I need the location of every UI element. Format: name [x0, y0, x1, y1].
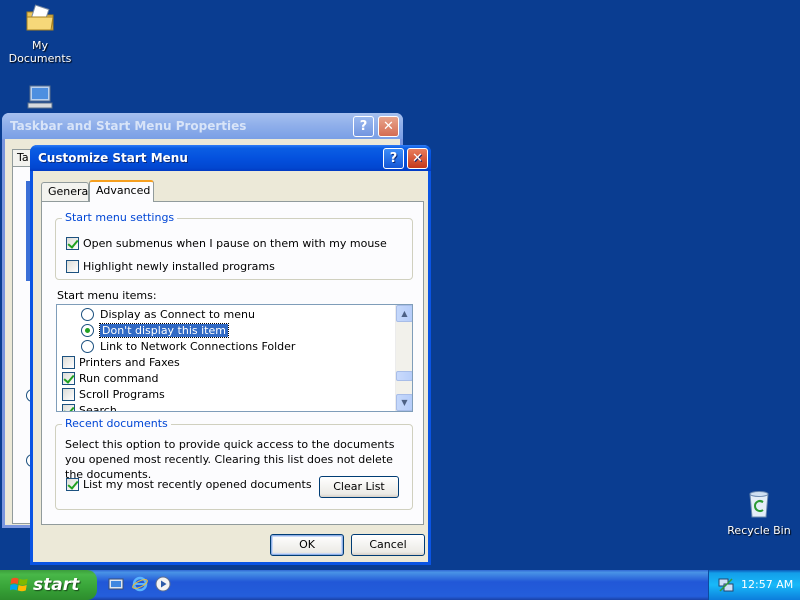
- help-icon: ?: [359, 119, 368, 134]
- taskbar: start 12:57 AM: [0, 570, 800, 600]
- button-label: Cancel: [369, 538, 407, 551]
- arrow-down-icon: ▼: [401, 398, 408, 407]
- media-player-icon[interactable]: [155, 576, 171, 592]
- my-computer-icon: [27, 85, 53, 109]
- list-recent-documents-checkbox[interactable]: [66, 477, 79, 491]
- start-menu-items-label: Start menu items:: [57, 289, 157, 302]
- list-checkbox[interactable]: [62, 403, 75, 411]
- tab-label: General: [48, 185, 92, 198]
- start-menu-settings-group: Start menu settings Open submenus when I…: [55, 211, 413, 280]
- highlight-programs-option[interactable]: Highlight newly installed programs: [66, 259, 275, 273]
- tab-taskbar[interactable]: Ta: [12, 149, 32, 167]
- list-radio[interactable]: [81, 307, 94, 321]
- list-item-label: Scroll Programs: [79, 387, 165, 401]
- desktop-icon-label: My Documents: [8, 39, 72, 65]
- cancel-button[interactable]: Cancel: [351, 534, 425, 556]
- close-button[interactable]: ✕: [378, 116, 399, 137]
- recent-documents-group: Recent documents Select this option to p…: [55, 417, 413, 510]
- desktop-icon-my-documents[interactable]: My Documents: [0, 3, 80, 65]
- scroll-up-button[interactable]: ▲: [396, 305, 412, 322]
- dialog-title: Customize Start Menu: [38, 151, 188, 165]
- start-button[interactable]: start: [0, 570, 97, 600]
- tab-strip: General Advanced: [41, 180, 421, 202]
- list-scrollbar[interactable]: ▲ ▼: [395, 305, 412, 411]
- window-title: Taskbar and Start Menu Properties: [10, 119, 247, 133]
- customize-start-menu-dialog: Customize Start Menu ? ✕ General Advance…: [30, 145, 431, 565]
- list-checkbox[interactable]: [62, 371, 75, 385]
- list-checkbox[interactable]: [62, 355, 75, 369]
- list-checkbox[interactable]: [62, 387, 75, 401]
- scroll-down-button[interactable]: ▼: [396, 394, 412, 411]
- tab-advanced[interactable]: Advanced: [89, 180, 154, 202]
- group-title: Recent documents: [62, 417, 171, 430]
- help-button[interactable]: ?: [383, 148, 404, 169]
- list-item[interactable]: Display as Connect to menu: [81, 307, 255, 321]
- close-icon: ✕: [412, 151, 423, 166]
- internet-explorer-icon[interactable]: [132, 576, 148, 592]
- ok-button[interactable]: OK: [270, 534, 344, 556]
- list-item-label: Don't display this item: [99, 322, 229, 338]
- list-item[interactable]: Don't display this item: [81, 322, 229, 338]
- option-label: List my most recently opened documents: [83, 477, 312, 491]
- show-desktop-icon[interactable]: [108, 576, 124, 592]
- list-recent-documents-option[interactable]: List my most recently opened documents: [66, 477, 312, 491]
- clock[interactable]: 12:57 AM: [741, 570, 793, 600]
- list-item[interactable]: Run command: [62, 371, 159, 385]
- list-radio[interactable]: [81, 323, 94, 337]
- scroll-thumb[interactable]: [396, 371, 412, 381]
- clear-list-button[interactable]: Clear List: [319, 476, 399, 498]
- system-tray: 12:57 AM: [708, 570, 800, 600]
- dialog-titlebar[interactable]: Customize Start Menu ? ✕: [30, 145, 431, 171]
- highlight-programs-checkbox[interactable]: [66, 259, 79, 273]
- list-item[interactable]: Printers and Faxes: [62, 355, 180, 369]
- button-label: Clear List: [333, 480, 385, 493]
- list-item-label: Printers and Faxes: [79, 355, 180, 369]
- tab-label: Advanced: [96, 184, 151, 197]
- start-menu-items-list[interactable]: Display as Connect to menu Don't display…: [56, 304, 413, 412]
- open-submenus-option[interactable]: Open submenus when I pause on them with …: [66, 236, 387, 250]
- list-item-label: Display as Connect to menu: [100, 307, 255, 321]
- close-icon: ✕: [383, 119, 394, 134]
- folder-documents-icon: [26, 4, 54, 31]
- open-submenus-checkbox[interactable]: [66, 236, 79, 250]
- list-item[interactable]: Link to Network Connections Folder: [81, 339, 295, 353]
- recycle-bin-icon: [749, 491, 769, 518]
- list-radio[interactable]: [81, 339, 94, 353]
- help-button[interactable]: ?: [353, 116, 374, 137]
- arrow-up-icon: ▲: [401, 309, 408, 318]
- network-icon[interactable]: [718, 577, 734, 593]
- button-label: OK: [299, 538, 315, 551]
- taskbar-properties-titlebar[interactable]: Taskbar and Start Menu Properties ? ✕: [2, 113, 403, 139]
- tab-general[interactable]: General: [41, 182, 92, 202]
- list-item-label: Search: [79, 403, 117, 412]
- advanced-tab-panel: Start menu settings Open submenus when I…: [41, 201, 424, 525]
- windows-logo-icon: [10, 577, 28, 592]
- option-label: Open submenus when I pause on them with …: [83, 236, 387, 250]
- group-title: Start menu settings: [62, 211, 178, 224]
- option-label: Highlight newly installed programs: [83, 259, 275, 273]
- list-item[interactable]: Scroll Programs: [62, 387, 165, 401]
- desktop-icon-label: Recycle Bin: [727, 524, 791, 537]
- list-item-label: Run command: [79, 371, 159, 385]
- desktop-icon-recycle-bin[interactable]: Recycle Bin: [719, 488, 799, 537]
- start-label: start: [33, 575, 80, 595]
- list-item[interactable]: Search: [62, 403, 117, 412]
- tab-label: Ta: [17, 151, 29, 164]
- help-icon: ?: [389, 151, 398, 166]
- list-item-label: Link to Network Connections Folder: [100, 339, 296, 353]
- desktop: { "desktop": { "icons": [ {"label": "My …: [0, 0, 800, 600]
- close-button[interactable]: ✕: [407, 148, 428, 169]
